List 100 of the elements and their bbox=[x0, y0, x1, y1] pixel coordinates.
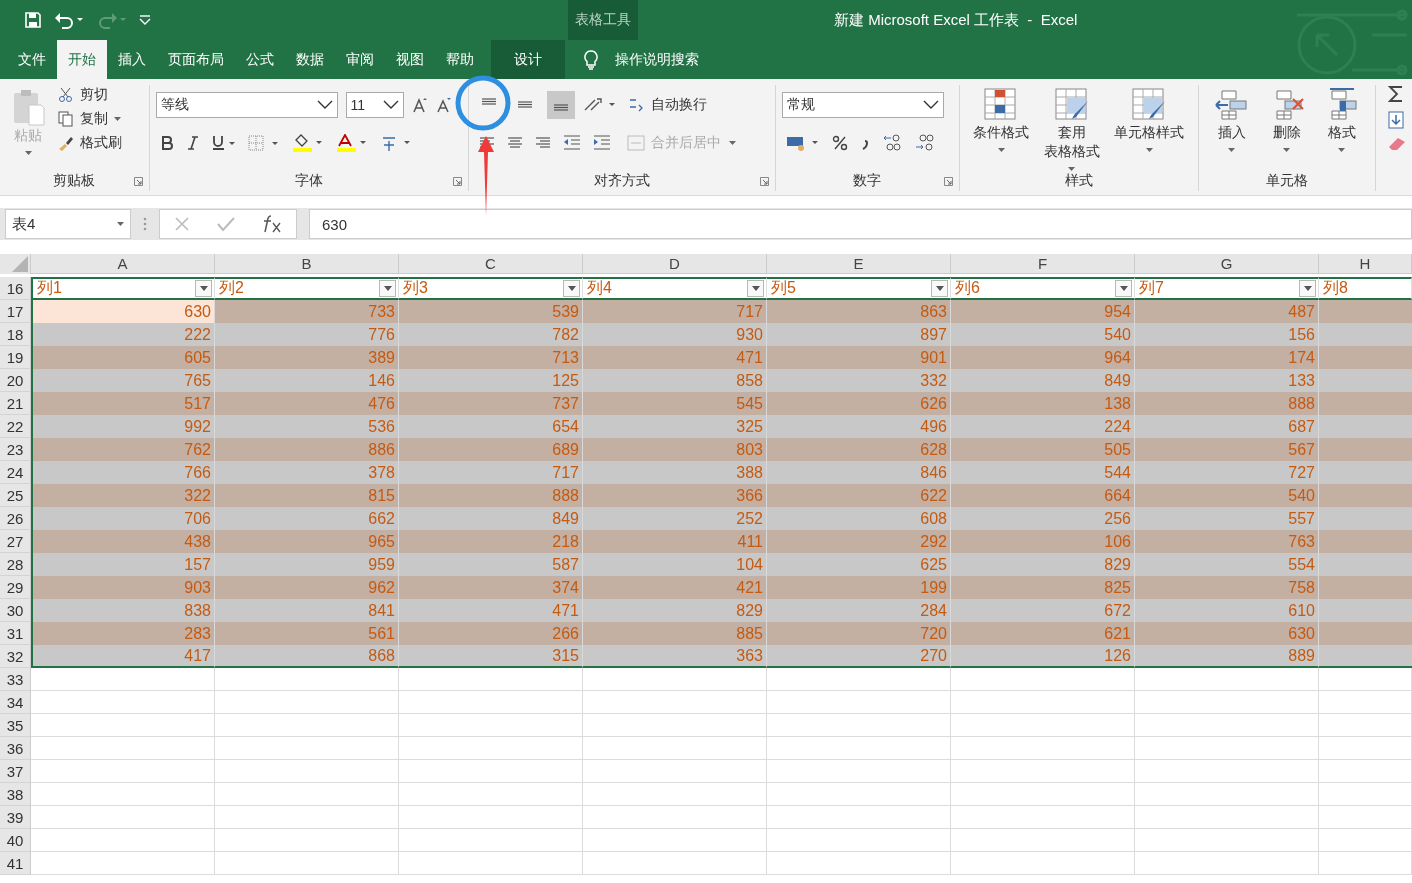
number-format-dropdown[interactable]: 常规 bbox=[781, 92, 944, 118]
ribbon-tab[interactable]: 开始 bbox=[57, 40, 107, 79]
row-header[interactable]: 22 bbox=[0, 415, 31, 438]
bold-icon[interactable] bbox=[159, 136, 174, 150]
formula-field[interactable]: 630 bbox=[309, 209, 1412, 239]
undo-icon[interactable] bbox=[54, 11, 84, 29]
table-icon[interactable] bbox=[1053, 87, 1090, 123]
eraser-icon[interactable] bbox=[1388, 137, 1406, 151]
ribbon-tab[interactable]: 插入 bbox=[107, 40, 157, 79]
row-header[interactable]: 18 bbox=[0, 323, 31, 346]
style-button[interactable]: 套用 表格格式 bbox=[1041, 85, 1102, 163]
sum-icon[interactable] bbox=[1388, 85, 1404, 103]
customize-icon[interactable] bbox=[138, 13, 152, 27]
ribbon-tab[interactable]: 审阅 bbox=[335, 40, 385, 79]
row-header[interactable]: 24 bbox=[0, 461, 31, 484]
column-header[interactable]: B bbox=[215, 254, 399, 274]
scissors-icon[interactable] bbox=[58, 87, 74, 103]
cells-button[interactable]: 格式 bbox=[1321, 85, 1362, 144]
caret-icon[interactable] bbox=[114, 117, 121, 121]
caret-icon[interactable] bbox=[24, 151, 32, 155]
ribbon-tab[interactable]: 数据 bbox=[285, 40, 335, 79]
cells-button[interactable]: 删除 bbox=[1266, 85, 1307, 144]
caret-icon[interactable] bbox=[1303, 286, 1312, 291]
format-painter-button[interactable]: 格式刷 bbox=[56, 133, 124, 153]
row-header[interactable]: 17 bbox=[0, 300, 31, 323]
copy-button[interactable]: 复制 bbox=[56, 109, 110, 129]
caret-icon[interactable] bbox=[1283, 148, 1291, 152]
row-header[interactable]: 38 bbox=[0, 783, 31, 806]
row-header[interactable]: 28 bbox=[0, 553, 31, 576]
column-header[interactable]: A bbox=[31, 254, 215, 274]
caret-icon[interactable] bbox=[751, 286, 760, 291]
row-header[interactable]: 32 bbox=[0, 645, 31, 668]
fill-down-icon[interactable] bbox=[1388, 111, 1404, 129]
row-header[interactable]: 36 bbox=[0, 737, 31, 760]
ribbon-tab[interactable]: 设计 bbox=[491, 40, 565, 79]
ribbon-tab[interactable]: 页面布局 bbox=[157, 40, 235, 79]
wrap-text-button[interactable]: 自动换行 bbox=[624, 96, 711, 114]
ribbon-tab[interactable]: 文件 bbox=[0, 40, 57, 79]
caret-icon[interactable] bbox=[728, 141, 736, 145]
row-header[interactable]: 30 bbox=[0, 599, 31, 622]
name-box[interactable]: 表4 bbox=[5, 209, 131, 239]
dialog-launcher-icon[interactable] bbox=[133, 176, 143, 186]
wrap-icon[interactable] bbox=[628, 97, 645, 113]
row-header[interactable]: 27 bbox=[0, 530, 31, 553]
chevron-icon[interactable] bbox=[922, 100, 939, 110]
ribbon-tab[interactable]: 公式 bbox=[235, 40, 285, 79]
column-header[interactable]: G bbox=[1135, 254, 1319, 274]
row-header[interactable]: 23 bbox=[0, 438, 31, 461]
percent-icon[interactable] bbox=[831, 135, 848, 151]
underline-icon[interactable] bbox=[211, 135, 236, 151]
row-header[interactable]: 31 bbox=[0, 622, 31, 645]
filter-button[interactable] bbox=[1299, 280, 1316, 297]
cells-button[interactable]: 插入 bbox=[1211, 85, 1252, 144]
increase-font-icon[interactable] bbox=[411, 97, 428, 113]
filter-button[interactable] bbox=[1115, 280, 1132, 297]
chevron-icon[interactable] bbox=[382, 100, 399, 110]
dialog-launcher-icon[interactable] bbox=[759, 176, 769, 186]
column-header[interactable]: C bbox=[399, 254, 583, 274]
horizontal-align-icon[interactable] bbox=[506, 136, 523, 150]
row-header[interactable]: 39 bbox=[0, 806, 31, 829]
row-header[interactable]: 20 bbox=[0, 369, 31, 392]
cut-button[interactable]: 剪切 bbox=[56, 85, 124, 105]
increase-indent-icon[interactable] bbox=[592, 135, 611, 151]
column-header[interactable]: E bbox=[767, 254, 951, 274]
vertical-align-button[interactable] bbox=[546, 91, 575, 119]
row-header[interactable]: 21 bbox=[0, 392, 31, 415]
tell-me-search[interactable]: 操作说明搜索 bbox=[615, 50, 699, 69]
italic-icon[interactable] bbox=[185, 136, 200, 150]
lightbulb-icon[interactable] bbox=[583, 49, 599, 70]
font-size-dropdown[interactable]: 11 bbox=[345, 92, 404, 118]
fill-color-icon[interactable] bbox=[291, 134, 324, 152]
ribbon-tab[interactable]: 视图 bbox=[385, 40, 435, 79]
save-icon[interactable] bbox=[24, 11, 42, 29]
row-header[interactable]: 40 bbox=[0, 829, 31, 852]
caret-icon[interactable] bbox=[567, 286, 576, 291]
horizontal-align-icon[interactable] bbox=[534, 136, 551, 150]
filter-button[interactable] bbox=[379, 280, 396, 297]
filter-button[interactable] bbox=[563, 280, 580, 297]
chevron-icon[interactable] bbox=[316, 100, 333, 110]
row-header[interactable]: 29 bbox=[0, 576, 31, 599]
filter-button[interactable] bbox=[195, 280, 212, 297]
row-header[interactable]: 19 bbox=[0, 346, 31, 369]
font-name-dropdown[interactable]: 等线 bbox=[155, 92, 338, 118]
ribbon-tab[interactable]: 帮助 bbox=[435, 40, 485, 79]
caret-icon[interactable] bbox=[935, 286, 944, 291]
row-header[interactable]: 41 bbox=[0, 852, 31, 875]
column-header[interactable]: D bbox=[583, 254, 767, 274]
font-color-icon[interactable] bbox=[335, 134, 368, 152]
column-header[interactable]: H bbox=[1319, 254, 1412, 274]
row-header[interactable]: 37 bbox=[0, 760, 31, 783]
insert-function-icon[interactable] bbox=[262, 215, 283, 233]
style-button[interactable]: 条件格式 bbox=[971, 85, 1032, 144]
increase-decimal-icon[interactable] bbox=[881, 134, 902, 152]
dialog-launcher-icon[interactable] bbox=[944, 176, 954, 186]
caret-icon[interactable] bbox=[383, 286, 392, 291]
cells-icon[interactable] bbox=[1213, 87, 1250, 123]
style-button[interactable]: 单元格样式 bbox=[1112, 85, 1187, 144]
paintbrush-icon[interactable] bbox=[58, 135, 74, 151]
column-header[interactable]: F bbox=[951, 254, 1135, 274]
dialog-launcher-icon[interactable] bbox=[452, 176, 462, 186]
